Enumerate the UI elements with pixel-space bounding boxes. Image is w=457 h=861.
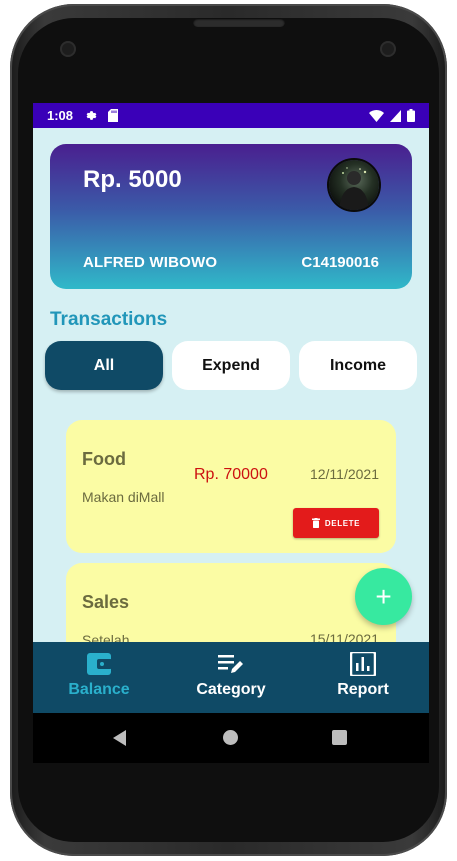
add-transaction-button[interactable]: + bbox=[355, 568, 412, 625]
transaction-amount: Rp. 70000 bbox=[194, 466, 268, 483]
nav-label-balance: Balance bbox=[68, 681, 130, 698]
recent-apps-icon[interactable] bbox=[332, 730, 347, 745]
tab-income-label: Income bbox=[329, 356, 386, 374]
avatar[interactable] bbox=[329, 160, 379, 210]
transaction-date: 12/11/2021 bbox=[309, 466, 379, 482]
plus-icon: + bbox=[375, 580, 392, 612]
transaction-card[interactable]: Food Makan diMall Rp. 70000 12/11/2021 D… bbox=[66, 420, 396, 553]
section-title: Transactions bbox=[50, 309, 168, 330]
tab-all[interactable]: All bbox=[45, 341, 163, 390]
sd-card-icon bbox=[108, 109, 119, 122]
proximity-sensor bbox=[60, 41, 76, 57]
wallet-icon bbox=[87, 653, 112, 675]
transaction-description: Makan diMall bbox=[82, 489, 165, 505]
earpiece-speaker bbox=[193, 18, 285, 27]
avatar-photo bbox=[339, 167, 369, 210]
front-camera bbox=[380, 41, 396, 57]
edit-list-icon bbox=[218, 655, 243, 673]
tab-expend[interactable]: Expend bbox=[172, 341, 290, 390]
nav-label-category: Category bbox=[196, 681, 266, 698]
nav-item-report[interactable]: Report bbox=[297, 642, 429, 713]
tab-all-label: All bbox=[93, 356, 115, 374]
nav-item-category[interactable]: Category bbox=[165, 642, 297, 713]
home-icon[interactable] bbox=[223, 730, 238, 745]
tab-income[interactable]: Income bbox=[299, 341, 417, 390]
signal-icon bbox=[390, 109, 401, 122]
battery-icon bbox=[407, 109, 415, 122]
trash-icon bbox=[311, 518, 320, 528]
balance-amount: Rp. 5000 bbox=[83, 166, 182, 193]
delete-label: DELETE bbox=[324, 518, 361, 528]
status-bar: 1:08 bbox=[33, 103, 429, 128]
account-holder-name: ALFRED WIBOWO bbox=[83, 254, 218, 271]
transaction-category: Sales bbox=[82, 592, 130, 612]
tab-expend-label: Expend bbox=[202, 356, 260, 374]
settings-icon bbox=[86, 111, 97, 120]
bottom-navigation: Balance Category Report bbox=[33, 642, 429, 713]
system-navigation-bar bbox=[33, 713, 429, 763]
balance-card: Rp. 5000 ALFRED WIBOWO C14190016 bbox=[50, 144, 412, 289]
nav-label-report: Report bbox=[337, 681, 389, 698]
status-time: 1:08 bbox=[47, 108, 74, 123]
app-screen: 1:08 Rp. 5000 ALFRED WIBOWO C14190016 Tr… bbox=[33, 103, 429, 763]
back-icon[interactable] bbox=[113, 730, 126, 746]
delete-button[interactable]: DELETE bbox=[293, 508, 379, 538]
wifi-icon bbox=[369, 109, 384, 122]
transaction-category: Food bbox=[82, 449, 126, 469]
account-id: C14190016 bbox=[301, 254, 379, 271]
chart-icon bbox=[350, 652, 376, 676]
nav-item-balance[interactable]: Balance bbox=[33, 642, 165, 713]
